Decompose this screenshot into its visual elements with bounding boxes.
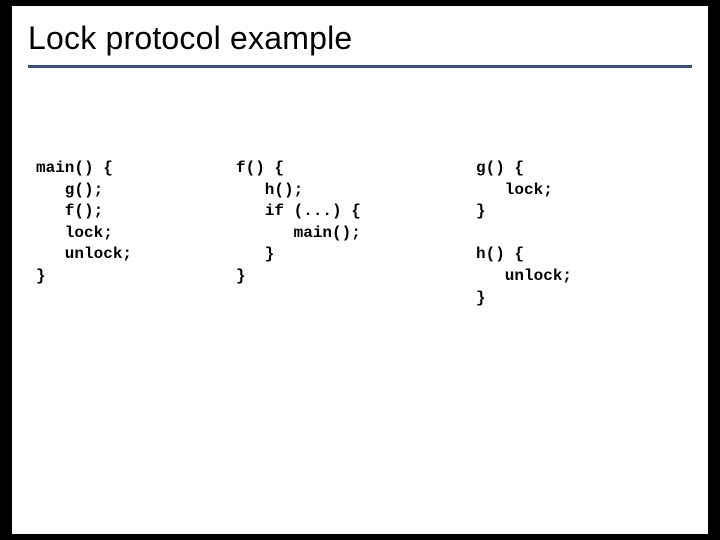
code-columns: main() { g(); f(); lock; unlock; } f() {… — [12, 68, 708, 309]
title-area: Lock protocol example — [12, 6, 708, 61]
slide-title: Lock protocol example — [28, 20, 708, 57]
code-block-g-h: g() { lock; } h() { unlock; } — [476, 158, 684, 309]
slide: Lock protocol example main() { g(); f();… — [12, 6, 708, 534]
code-block-f: f() { h(); if (...) { main(); } } — [236, 158, 476, 309]
code-block-main: main() { g(); f(); lock; unlock; } — [36, 158, 236, 309]
